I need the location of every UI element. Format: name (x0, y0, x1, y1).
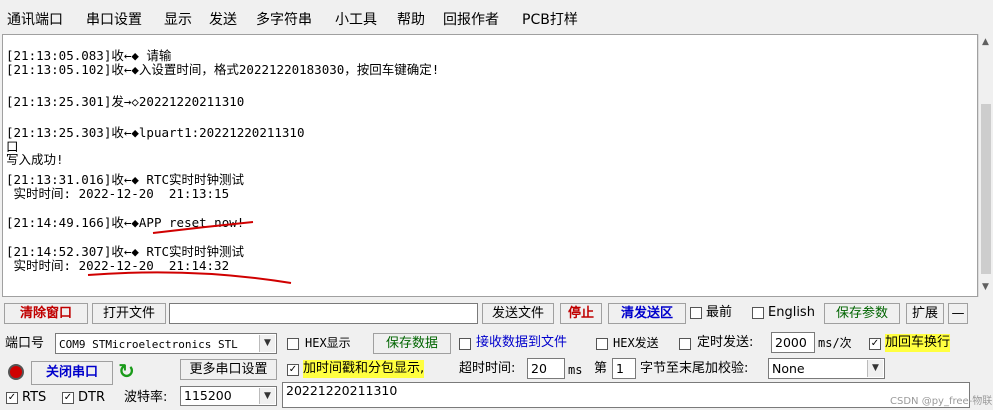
expand-button[interactable]: 扩展 (906, 303, 944, 324)
timeout-label: 超时时间: (459, 361, 516, 376)
scroll-up-icon[interactable]: ▲ (982, 37, 989, 47)
save-data-button[interactable]: 保存数据 (373, 333, 451, 354)
timestamp-checkbox[interactable]: ✓ (287, 364, 299, 376)
menu-comm-port[interactable]: 通讯端口 (7, 9, 63, 29)
menu-multi-string[interactable]: 多字符串 (256, 9, 312, 29)
more-serial-settings-button[interactable]: 更多串口设置 (180, 359, 277, 380)
clear-send-button[interactable]: 清发送区 (608, 303, 686, 324)
menu-help[interactable]: 帮助 (397, 9, 425, 29)
hex-send-checkbox[interactable] (596, 338, 608, 350)
rts-checkbox[interactable]: ✓ (6, 392, 18, 404)
checksum-label: 字节至末尾加校验: (640, 361, 749, 376)
stop-button[interactable]: 停止 (560, 303, 602, 324)
timestamp-label: 加时间戳和分包显示, (303, 360, 425, 378)
chevron-down-icon[interactable]: ▼ (867, 360, 883, 377)
timeout-input[interactable]: 20 (527, 358, 565, 379)
red-underline-annotations (87, 221, 292, 284)
menu-display[interactable]: 显示 (164, 9, 192, 29)
menu-pcb[interactable]: PCB打样 (522, 9, 578, 29)
chevron-down-icon[interactable]: ▼ (259, 335, 275, 352)
scroll-down-icon[interactable]: ▼ (982, 282, 989, 292)
timeout-unit: ms (568, 363, 583, 377)
topmost-checkbox[interactable] (690, 307, 702, 319)
english-label: English (768, 305, 815, 320)
send-file-button[interactable]: 发送文件 (482, 303, 554, 324)
checksum-select[interactable]: None ▼ (768, 358, 885, 379)
checksum-value: None (772, 361, 805, 376)
recv-to-file-label: 接收数据到文件 (476, 335, 568, 350)
menu-tools[interactable]: 小工具 (335, 9, 377, 29)
hex-send-label: HEX发送 (613, 336, 659, 350)
interval-unit: ms/次 (818, 336, 852, 350)
port-status-icon (8, 364, 24, 380)
dtr-checkbox[interactable]: ✓ (62, 392, 74, 404)
receive-area[interactable]: [21:13:05.083]收←◆ 请输 [21:13:05.102]收←◆入设… (2, 34, 978, 297)
close-port-button[interactable]: 关闭串口 (31, 361, 113, 385)
file-path-input[interactable] (169, 303, 478, 324)
refresh-icon[interactable]: ↻ (118, 359, 135, 383)
clear-window-button[interactable]: 清除窗口 (4, 303, 88, 324)
byte-index-input[interactable]: 1 (612, 358, 636, 379)
hex-display-checkbox[interactable] (287, 338, 299, 350)
dtr-label: DTR (78, 390, 105, 405)
menu-feedback[interactable]: 回报作者 (443, 9, 499, 29)
port-label: 端口号 (5, 336, 45, 351)
hex-display-label: HEX显示 (305, 336, 351, 350)
vertical-scrollbar[interactable]: ▲ ▼ (978, 34, 993, 297)
open-file-button[interactable]: 打开文件 (92, 303, 166, 324)
watermark: CSDN @py_free-物联网智能家居 (890, 396, 993, 407)
port-select[interactable]: COM9 STMicroelectronics STL ▼ (55, 333, 277, 354)
menu-send[interactable]: 发送 (209, 9, 237, 29)
byte-prefix: 第 (594, 361, 608, 376)
timed-send-label: 定时发送: (697, 335, 754, 350)
collapse-button[interactable]: — (948, 303, 968, 324)
baud-label: 波特率: (124, 390, 168, 405)
chevron-down-icon[interactable]: ▼ (259, 388, 275, 404)
baud-select[interactable]: 115200 ▼ (180, 386, 277, 406)
recv-to-file-checkbox[interactable] (459, 338, 471, 350)
add-crlf-checkbox[interactable]: ✓ (869, 338, 881, 350)
port-value: COM9 STMicroelectronics STL (59, 338, 238, 351)
baud-value: 115200 (184, 388, 232, 403)
interval-input[interactable]: 2000 (771, 332, 815, 353)
scroll-thumb[interactable] (981, 104, 991, 274)
save-params-button[interactable]: 保存参数 (824, 303, 900, 324)
send-input[interactable]: 20221220211310 (282, 382, 970, 408)
menu-serial-settings[interactable]: 串口设置 (86, 9, 142, 29)
rts-label: RTS (22, 390, 47, 405)
menu-bar: 通讯端口 串口设置 显示 发送 多字符串 小工具 帮助 回报作者 PCB打样 (0, 0, 993, 34)
timed-send-checkbox[interactable] (679, 338, 691, 350)
english-checkbox[interactable] (752, 307, 764, 319)
add-crlf-label: 加回车换行 (885, 334, 951, 352)
topmost-label: 最前 (706, 305, 733, 320)
